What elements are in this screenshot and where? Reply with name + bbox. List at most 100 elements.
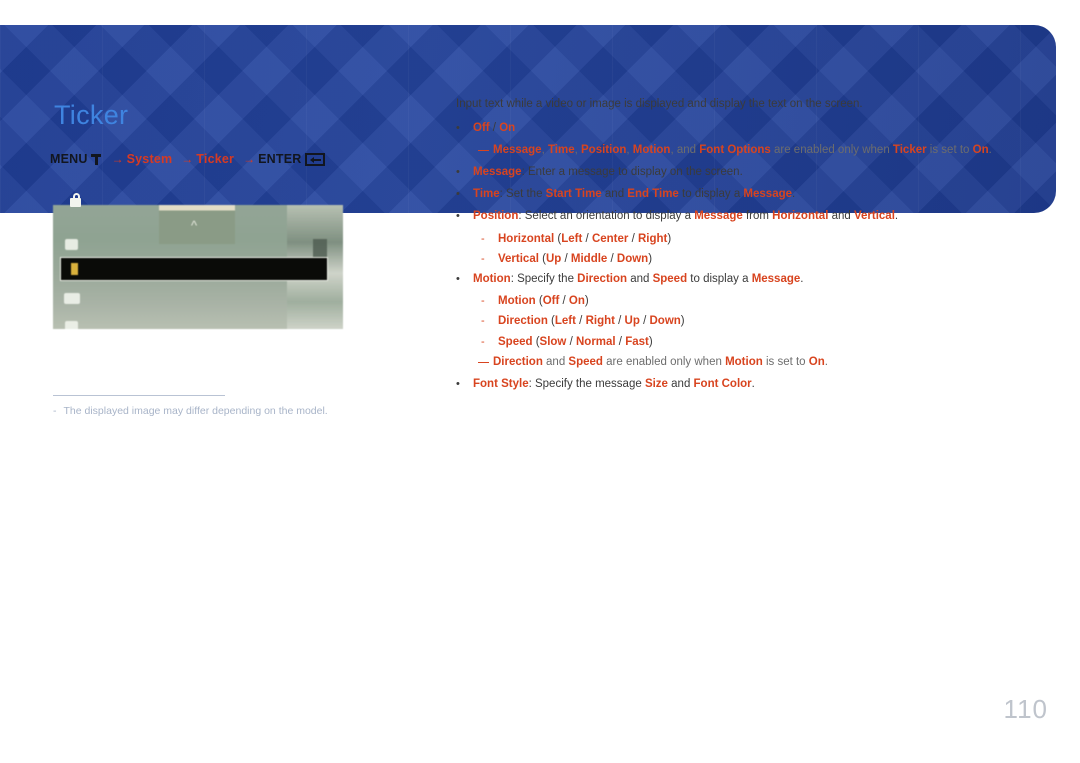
text-run: Motion [498, 295, 536, 308]
chevron-up-icon: ^ [191, 218, 198, 233]
text-run: / [566, 335, 576, 348]
text-run: Message [473, 165, 522, 178]
list-item: • Off / On [456, 122, 1036, 135]
list-item: • Message: Enter a message to display on … [456, 166, 1036, 179]
sub-list-item: - Vertical (Up / Middle / Down) [481, 253, 1036, 266]
text-run: Direction [493, 355, 543, 368]
sub-list-item: - Motion (Off / On) [481, 295, 1036, 308]
text-run: / [561, 252, 571, 265]
list-item-text: Off / On [473, 122, 515, 135]
text-run: Center [591, 232, 629, 245]
text-run: are enabled only when [770, 143, 893, 156]
text-run: Time [473, 188, 500, 201]
text-run: Font Options [699, 143, 771, 156]
text-run: On [808, 355, 825, 368]
breadcrumb-arrow-1: → [111, 152, 124, 166]
text-run: Vertical [498, 252, 539, 265]
text-run: / [575, 315, 586, 328]
text-run: to display a [678, 188, 744, 201]
text-run: Message [751, 273, 801, 286]
text-run: Motion [725, 355, 763, 368]
text-run: Horizontal [498, 232, 555, 245]
text-run: Time [547, 143, 575, 156]
text-run: and [828, 210, 854, 223]
sub-list-item: - Horizontal (Left / Center / Right) [481, 233, 1036, 246]
lock-body [70, 198, 81, 207]
settings-list: • Off / On Message, Time, Position, Motion… [456, 122, 1036, 392]
text-run: Size [644, 378, 668, 391]
text-run: / [489, 121, 500, 134]
text-run: On [972, 143, 989, 156]
note-text: Message, Time, Position, Motion, and Fon… [493, 144, 992, 157]
text-run: and [601, 188, 628, 201]
bullet-marker: • [456, 121, 460, 134]
text-run: ) [648, 252, 653, 265]
text-run: : Enter a message to display on the scre… [521, 165, 743, 178]
text-run: Down [616, 252, 649, 265]
text-run: / [582, 232, 592, 245]
sub-list-item: - Direction (Left / Right / Up / Down) [481, 315, 1036, 328]
text-run: Fast [625, 335, 649, 348]
list-item-text: Direction (Left / Right / Up / Down) [498, 315, 685, 328]
text-run: ( [538, 252, 546, 265]
osd-menu-screenshot: ^ [53, 205, 343, 329]
list-item-text: Message: Enter a message to display on t… [473, 166, 743, 179]
list-item: • Position: Select an orientation to disp… [456, 210, 1036, 223]
bullet-marker: • [456, 378, 460, 391]
text-run: Vertical [853, 210, 895, 223]
note-line: Direction and Speed are enabled only whe… [478, 356, 1036, 369]
list-item-text: Time: Set the Start Time and End Time to… [473, 188, 795, 201]
text-run: : Specify the [510, 273, 578, 286]
text-run: Font Style [473, 378, 529, 391]
note-line: Message, Time, Position, Motion, and Fon… [478, 144, 1036, 157]
sub-list-item: - Speed (Slow / Normal / Fast) [481, 336, 1036, 349]
osd-side-icon-2 [64, 293, 80, 304]
list-item-text: Speed (Slow / Normal / Fast) [498, 336, 653, 349]
text-run: On [499, 121, 516, 134]
text-run: Middle [570, 252, 608, 265]
text-run: ( [547, 315, 555, 328]
breadcrumb-arrow-3: → [243, 152, 255, 166]
list-item-text: Vertical (Up / Middle / Down) [498, 253, 652, 266]
list-item: • Time: Set the Start Time and End Time t… [456, 188, 1036, 201]
osd-side-icon-1 [65, 239, 78, 250]
bullet-marker: • [456, 273, 460, 286]
note-dash-icon [478, 149, 489, 152]
text-run: Direction [577, 273, 628, 286]
text-run: Off [473, 121, 490, 134]
text-run: Font Color [693, 378, 752, 391]
text-run: is set to [762, 355, 809, 368]
list-item-text: Horizontal (Left / Center / Right) [498, 233, 671, 246]
text-run: Right [585, 315, 615, 328]
text-run: / [615, 335, 626, 348]
breadcrumb-menu-label: MENU [50, 152, 88, 166]
sub-bullet-marker: - [481, 335, 485, 348]
breadcrumb-enter-label: ENTER [258, 152, 302, 166]
text-run: Speed [652, 273, 688, 286]
text-run: Up [624, 315, 640, 328]
text-run: ( [535, 295, 543, 308]
intro-paragraph: Input text while a video or image is dis… [456, 98, 863, 110]
text-run: . [751, 378, 755, 391]
text-run: is set to [926, 143, 973, 156]
footnote-dash: - [53, 405, 57, 417]
text-run: Motion [632, 143, 671, 156]
bullet-marker: • [456, 188, 460, 201]
text-run: Message [694, 210, 743, 223]
list-item: • Motion: Specify the Direction and Speed… [456, 273, 1036, 286]
text-run: Horizontal [772, 210, 829, 223]
text-run: Direction [498, 315, 548, 328]
text-run: Start Time [545, 188, 602, 201]
text-run: ) [680, 315, 685, 328]
text-run: Right [637, 232, 668, 245]
sub-bullet-marker: - [481, 232, 485, 245]
text-run: : Set the [499, 188, 546, 201]
text-run: and [542, 355, 569, 368]
list-item: • Font Style: Specify the message Size an… [456, 378, 1036, 391]
breadcrumb-step-system: System [126, 152, 173, 166]
text-run: . [792, 188, 796, 201]
page-title: Ticker [54, 100, 129, 130]
text-run: Normal [575, 335, 616, 348]
text-run: , and [670, 143, 700, 156]
page-number: 110 [1003, 694, 1048, 724]
